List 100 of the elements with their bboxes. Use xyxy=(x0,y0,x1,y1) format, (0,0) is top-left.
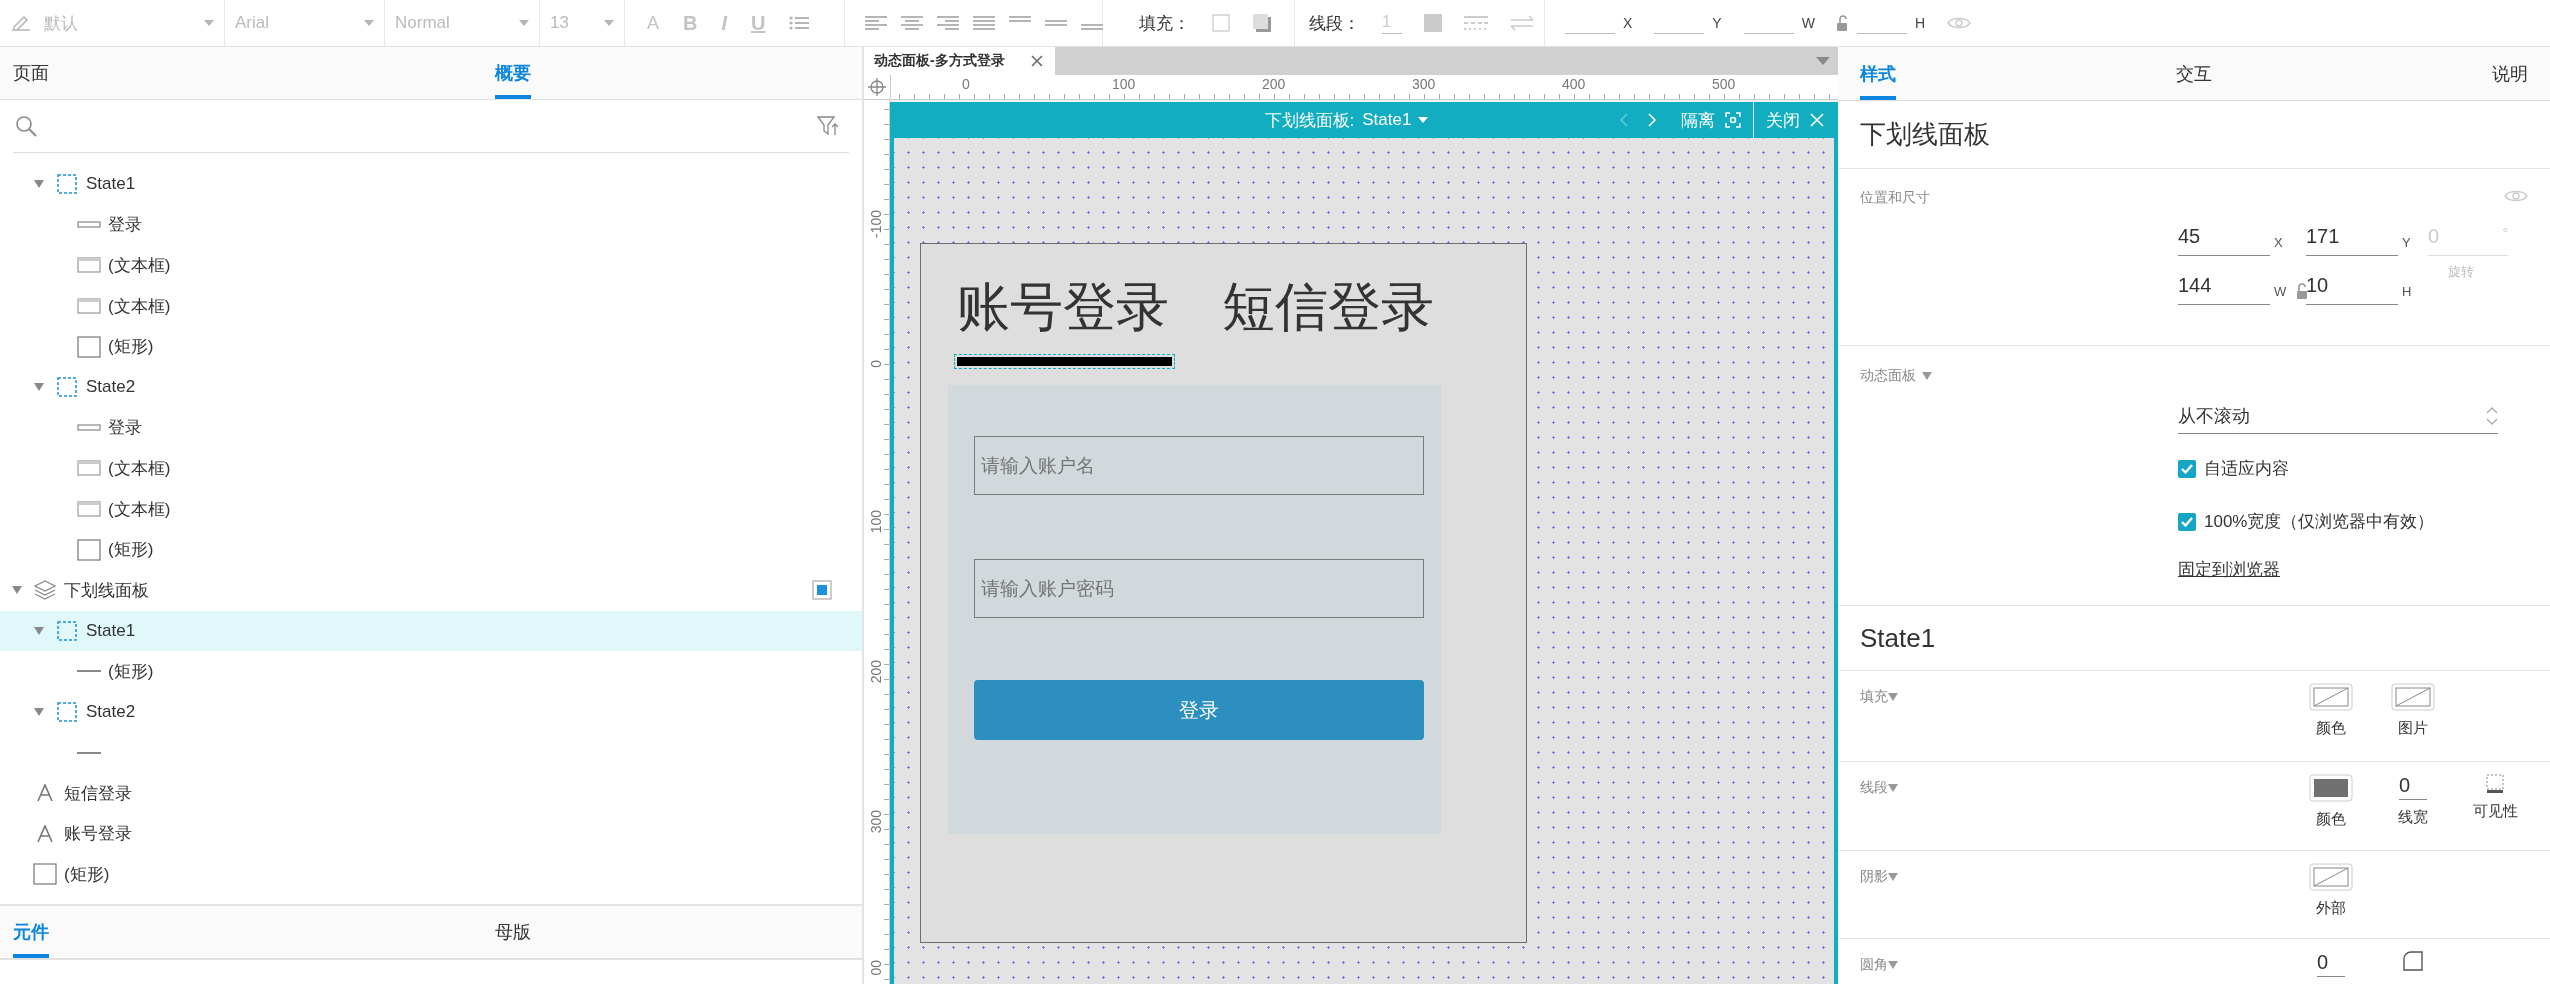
shadow-icon[interactable] xyxy=(1252,13,1272,33)
align-left-icon[interactable] xyxy=(865,15,887,31)
outline-item[interactable]: State2 xyxy=(86,377,136,398)
checkbox-label: 自适应内容 xyxy=(2204,458,2289,480)
outline-item[interactable]: 登录 xyxy=(108,416,142,440)
section-heading: 圆角 xyxy=(1860,956,1888,974)
next-state-icon[interactable] xyxy=(1647,112,1657,128)
eye-icon[interactable] xyxy=(1947,16,1972,30)
fill-label: 填充： xyxy=(1139,12,1190,35)
justify-icon[interactable] xyxy=(973,15,995,31)
filter-icon[interactable] xyxy=(817,116,839,136)
ruler-label: -100 xyxy=(868,210,884,239)
field-label: X xyxy=(2273,235,2284,252)
outline-item[interactable]: (矩形) xyxy=(108,538,154,562)
panel-tab[interactable]: 说明 xyxy=(2492,62,2528,100)
visibility-icon[interactable] xyxy=(2486,774,2504,794)
outline-item[interactable]: (文本框) xyxy=(108,497,171,521)
panel-tab[interactable]: 交互 xyxy=(2176,62,2212,100)
caret-icon[interactable] xyxy=(1888,961,1898,969)
caret-icon xyxy=(204,20,214,26)
lock-icon[interactable] xyxy=(2296,283,2309,299)
align-right-icon[interactable] xyxy=(937,15,959,31)
height-field[interactable]: 10 xyxy=(2306,274,2398,305)
field-label: W xyxy=(1801,15,1815,31)
caret-icon xyxy=(364,20,374,26)
ruler-label: 300 xyxy=(1412,76,1436,92)
fill-color-icon[interactable] xyxy=(1212,14,1230,32)
outline-item[interactable]: 账号登录 xyxy=(64,822,132,846)
line-color-icon[interactable] xyxy=(1424,14,1442,32)
crosshair-icon[interactable] xyxy=(867,77,887,97)
panel-tab[interactable]: 母版 xyxy=(495,920,531,958)
no-fill-swatch-icon[interactable] xyxy=(2309,683,2353,711)
focus-icon xyxy=(1725,112,1741,128)
outline-item[interactable]: (文本框) xyxy=(108,254,171,277)
text-tool-icon xyxy=(36,784,54,803)
line-label: 线段： xyxy=(1309,12,1360,35)
close-icon[interactable] xyxy=(1030,55,1043,67)
ruler-label: 200 xyxy=(1262,76,1286,92)
swatch-caption: 颜色 xyxy=(2316,810,2346,829)
expand-arrow-icon[interactable] xyxy=(34,708,44,716)
outline-item[interactable]: 登录 xyxy=(108,213,142,237)
outline-item[interactable]: 短信登录 xyxy=(64,781,132,805)
y-field[interactable]: 171 xyxy=(2306,225,2398,256)
widget-name: 下划线面板 xyxy=(1860,118,1990,151)
login-button[interactable]: 登录 xyxy=(974,680,1424,740)
state-icon xyxy=(57,620,77,641)
section-heading: 填充 xyxy=(1860,688,1888,706)
field-label: X xyxy=(1623,15,1633,31)
caret-icon[interactable] xyxy=(1922,372,1932,380)
outline-item[interactable]: (矩形) xyxy=(64,862,110,886)
outline-item[interactable]: (文本框) xyxy=(108,456,171,480)
outline-item[interactable]: (文本框) xyxy=(108,294,171,318)
outline-item[interactable]: State1 xyxy=(86,620,136,641)
selected-row[interactable]: State1 xyxy=(0,610,862,652)
dropdown-caret-icon[interactable] xyxy=(1816,57,1830,65)
number-field[interactable]: 0 xyxy=(2317,951,2345,977)
expand-arrow-icon[interactable] xyxy=(34,383,44,392)
checkbox-label: 100%宽度（仅浏览器中有效） xyxy=(2204,511,2435,533)
line-pattern-icon[interactable] xyxy=(1464,15,1488,31)
login-tab-title[interactable]: 账号登录 xyxy=(957,272,1169,344)
corner-radius-icon[interactable] xyxy=(2403,951,2423,971)
input-field[interactable]: 请输入账户密码 xyxy=(974,559,1424,618)
input-field[interactable]: 请输入账户名 xyxy=(974,436,1424,495)
caret-icon[interactable] xyxy=(1888,873,1898,881)
document-tab[interactable]: 动态面板-多方式登录 xyxy=(864,47,1055,75)
ruler-label: 200 xyxy=(868,660,884,684)
width-field[interactable]: 144 xyxy=(2178,274,2270,305)
checkbox[interactable] xyxy=(2178,512,2196,531)
outline-item[interactable]: State2 xyxy=(86,702,136,722)
lock-icon[interactable] xyxy=(1836,15,1849,31)
scroll-dropdown[interactable]: 从不滚动 xyxy=(2178,399,2498,434)
search-icon[interactable] xyxy=(15,115,37,137)
x-field[interactable]: 45 xyxy=(2178,225,2270,256)
swatch-caption: 外部 xyxy=(2316,899,2346,918)
panel-tab[interactable]: 概要 xyxy=(495,61,531,99)
bullet-list-icon[interactable] xyxy=(789,15,810,31)
outline-item[interactable]: (矩形) xyxy=(108,335,154,359)
arrow-style-icon[interactable] xyxy=(1510,15,1534,31)
panel-tab[interactable]: 样式 xyxy=(1860,62,1896,100)
panel-tab[interactable]: 元件 xyxy=(13,920,49,958)
color-swatch-icon[interactable] xyxy=(2309,774,2353,802)
align-center-icon[interactable] xyxy=(901,15,923,31)
login-tab-title[interactable]: 短信登录 xyxy=(1222,272,1434,344)
outline-item[interactable]: 下划线面板 xyxy=(64,578,149,602)
expand-arrow-icon[interactable] xyxy=(34,180,44,189)
no-fill-swatch-icon[interactable] xyxy=(2391,683,2435,711)
panel-tab[interactable]: 页面 xyxy=(13,61,49,99)
expand-arrow-icon[interactable] xyxy=(12,586,22,595)
caret-icon xyxy=(604,20,614,26)
number-field[interactable]: 0 xyxy=(2399,774,2427,800)
checkbox[interactable] xyxy=(2178,459,2196,478)
pin-to-browser-link[interactable]: 固定到浏览器 xyxy=(2178,558,2528,581)
button-icon xyxy=(77,423,101,432)
no-fill-swatch-icon[interactable] xyxy=(2309,863,2353,891)
outline-item[interactable]: (矩形) xyxy=(108,659,154,683)
expand-arrow-icon[interactable] xyxy=(34,626,44,635)
outline-item[interactable]: State1 xyxy=(86,174,136,195)
caret-icon[interactable] xyxy=(1888,784,1898,792)
caret-icon[interactable] xyxy=(1888,693,1898,701)
section-heading: 线段 xyxy=(1860,779,1888,797)
